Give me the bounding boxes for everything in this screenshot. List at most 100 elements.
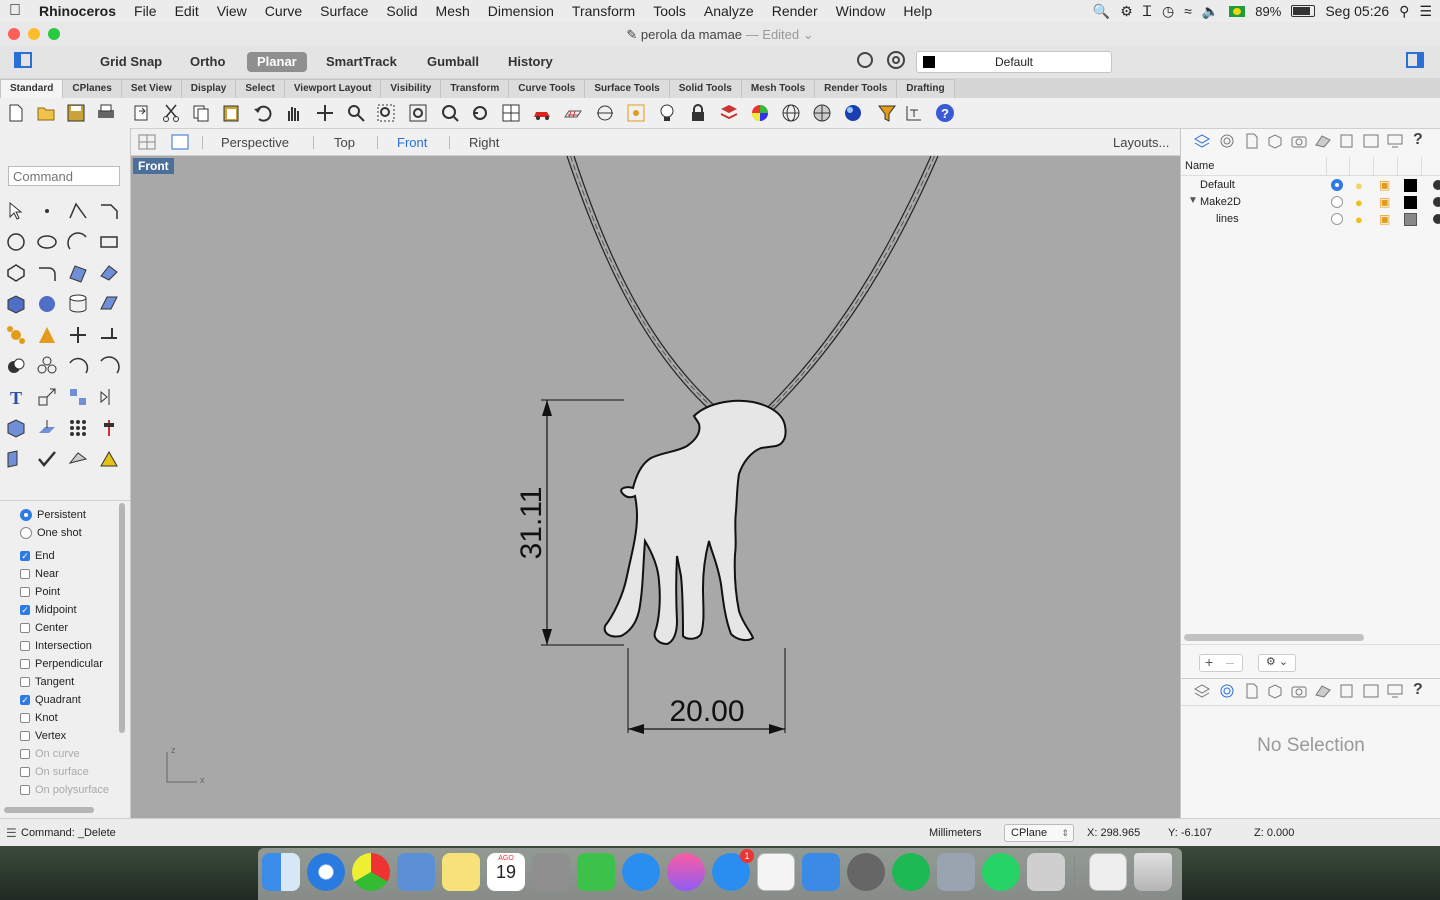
units-label[interactable]: Millimeters — [929, 827, 982, 839]
extend-icon[interactable] — [98, 324, 120, 346]
boolean-icon[interactable] — [5, 355, 27, 377]
sun-panel-icon[interactable] — [1315, 133, 1331, 149]
osnap-knot-checkbox[interactable]: Knot — [20, 710, 58, 726]
viewport-tab-front[interactable]: Front — [397, 135, 427, 150]
material-sphere-icon[interactable] — [1433, 197, 1440, 207]
osnap-center-checkbox[interactable]: Center — [20, 620, 68, 636]
tab-transform[interactable]: Transform — [440, 79, 510, 98]
color-wheel-icon[interactable] — [750, 103, 770, 123]
tab-select[interactable]: Select — [235, 79, 285, 98]
plane-surface-icon[interactable] — [98, 293, 120, 315]
blend-curve-icon[interactable] — [98, 355, 120, 377]
osnap-icon[interactable] — [595, 103, 615, 123]
sun-panel-icon[interactable] — [1315, 683, 1331, 699]
osnap-on-curve-checkbox[interactable]: On curve — [20, 746, 80, 762]
magnifier-tool-icon[interactable]: 🔍 — [1093, 3, 1110, 20]
properties-panel-icon[interactable] — [1219, 683, 1235, 699]
split-icon[interactable] — [36, 324, 58, 346]
osnap-intersection-checkbox[interactable]: Intersection — [20, 638, 92, 654]
named-views-icon[interactable] — [1291, 133, 1307, 149]
messages-icon[interactable] — [622, 853, 660, 891]
osnap-one-shot-radio[interactable]: One shot — [20, 525, 82, 541]
layouts-button[interactable]: Layouts... — [1113, 135, 1169, 150]
zoom-selected-icon[interactable] — [440, 103, 460, 123]
osnap-quadrant-checkbox[interactable]: ✓ Quadrant — [20, 692, 81, 708]
screen-panel-icon[interactable] — [1387, 683, 1403, 699]
layer-color-swatch[interactable] — [1404, 213, 1417, 226]
four-view-icon[interactable] — [501, 103, 521, 123]
cut-icon[interactable] — [161, 103, 181, 123]
viewport-tab-top[interactable]: Top — [334, 135, 355, 150]
tab-solid-tools[interactable]: Solid Tools — [668, 79, 742, 98]
menu-render[interactable]: Render — [763, 3, 827, 19]
viewport-tab-right[interactable]: Right — [469, 135, 499, 150]
tab-set-view[interactable]: Set View — [120, 79, 182, 98]
rendering-panel-icon[interactable] — [1339, 683, 1355, 699]
volume-icon[interactable]: 🔈 — [1202, 3, 1219, 20]
calculator-icon[interactable] — [532, 853, 570, 891]
menu-edit[interactable]: Edit — [166, 3, 208, 19]
cylinder-icon[interactable] — [67, 293, 89, 315]
tab-display[interactable]: Display — [180, 79, 237, 98]
remove-layer-button[interactable]: – — [1226, 655, 1234, 670]
polygon-icon[interactable] — [5, 262, 27, 284]
curve-icon[interactable] — [98, 200, 120, 222]
align-icon[interactable] — [98, 417, 120, 439]
unlock-icon[interactable]: ▣ — [1379, 178, 1390, 192]
ellipse-icon[interactable] — [36, 231, 58, 253]
command-history-icon[interactable]: ☰ — [6, 826, 17, 840]
tab-cplanes[interactable]: CPlanes — [62, 79, 122, 98]
join-icon[interactable] — [36, 355, 58, 377]
trash-icon[interactable] — [1134, 853, 1172, 891]
paste-icon[interactable] — [221, 103, 241, 123]
tab-viewport-layout[interactable]: Viewport Layout — [283, 79, 382, 98]
layer-options-button[interactable]: ⚙ ⌄ — [1258, 654, 1296, 672]
tab-mesh-tools[interactable]: Mesh Tools — [740, 79, 816, 98]
unlock-icon[interactable]: ▣ — [1379, 195, 1390, 209]
front-viewport[interactable]: Front 31.11 20.00 z x — [131, 156, 1180, 818]
layer-color-swatch[interactable] — [1404, 196, 1417, 209]
document-panel-icon[interactable] — [1244, 133, 1260, 149]
dimension-tools-icon[interactable] — [904, 103, 924, 123]
car-render-icon[interactable] — [532, 103, 552, 123]
whatsapp-icon[interactable] — [982, 853, 1020, 891]
menu-transform[interactable]: Transform — [563, 3, 644, 19]
toggle-sidebar-left-icon[interactable] — [14, 52, 32, 68]
current-layer-radio[interactable] — [1331, 213, 1343, 225]
check-icon[interactable] — [36, 448, 58, 470]
display-panel-icon[interactable] — [1363, 133, 1379, 149]
material-sphere-icon[interactable] — [1433, 214, 1440, 224]
record-history-icon[interactable] — [857, 52, 873, 68]
tab-visibility[interactable]: Visibility — [380, 79, 442, 98]
menu-view[interactable]: View — [208, 3, 256, 19]
pages-icon[interactable] — [757, 853, 795, 891]
osnap-on-polysurface-checkbox[interactable]: On polysurface — [20, 782, 109, 798]
osnap-vertex-checkbox[interactable]: Vertex — [20, 728, 66, 744]
planar-button[interactable]: Planar — [247, 52, 307, 72]
render-mesh-icon[interactable] — [812, 103, 832, 123]
display-panel-icon[interactable] — [1363, 683, 1379, 699]
circle-icon[interactable] — [5, 231, 27, 253]
chrome-icon[interactable] — [352, 853, 390, 891]
notes-icon[interactable] — [442, 853, 480, 891]
array-icon[interactable] — [67, 386, 89, 408]
current-layer-select[interactable]: Default — [916, 51, 1112, 73]
layer-row-make2d[interactable]: ▼ Make2D ● ▣ — [1181, 194, 1440, 211]
wifi-icon[interactable]: ≈ — [1184, 3, 1192, 19]
itunes-icon[interactable] — [667, 853, 705, 891]
toggle-sidebar-right-icon[interactable] — [1406, 52, 1424, 68]
menu-solid[interactable]: Solid — [377, 3, 426, 19]
calendar-icon[interactable]: AGO 19 — [487, 853, 525, 891]
box-icon[interactable] — [5, 293, 27, 315]
undo-view-icon[interactable] — [470, 103, 490, 123]
menu-dimension[interactable]: Dimension — [479, 3, 563, 19]
zoom-extents-icon[interactable] — [408, 103, 428, 123]
layers-name-column[interactable]: Name — [1185, 160, 1214, 172]
properties-panel-icon[interactable] — [1219, 133, 1235, 149]
material-sphere-icon[interactable] — [781, 103, 801, 123]
new-file-icon[interactable] — [6, 103, 26, 123]
surface-edge-icon[interactable] — [98, 262, 120, 284]
select-arrow-icon[interactable] — [5, 200, 27, 222]
safari-icon[interactable] — [307, 853, 345, 891]
menu-tools[interactable]: Tools — [644, 3, 695, 19]
